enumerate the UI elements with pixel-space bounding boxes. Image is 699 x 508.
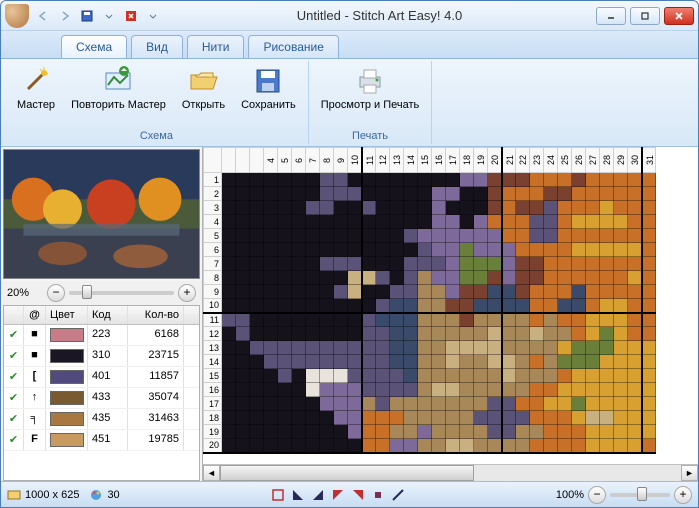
half-stitch-2-tool[interactable] <box>310 487 326 503</box>
status-zoom-slider[interactable] <box>610 493 670 497</box>
half-stitch-1-tool[interactable] <box>290 487 306 503</box>
full-stitch-tool[interactable] <box>270 487 286 503</box>
ribbon-tabs: Схема Вид Нити Рисование <box>1 31 698 59</box>
table-row[interactable]: ✔F45119785 <box>4 430 199 451</box>
redo-button[interactable] <box>55 6 75 26</box>
status-zoom: 100% − + <box>556 486 692 504</box>
status-zoom-out[interactable]: − <box>588 486 606 504</box>
col-color[interactable]: Цвет <box>46 306 88 324</box>
save-button-ribbon[interactable]: Сохранить <box>235 63 302 114</box>
ribbon-group-print: Просмотр и Печать Печать <box>309 61 433 144</box>
table-row[interactable]: ✔■2236168 <box>4 325 199 346</box>
status-colors: 30 <box>89 488 119 502</box>
window-title: Untitled - Stitch Art Easy! 4.0 <box>163 8 596 23</box>
palette-icon <box>89 488 103 502</box>
col-symbol[interactable]: @ <box>24 306 46 324</box>
table-row[interactable]: ✔[40111857 <box>4 367 199 388</box>
quick-access-toolbar <box>33 6 163 26</box>
horizontal-scrollbar[interactable]: ◄ ► <box>203 464 698 481</box>
save-button[interactable] <box>77 6 97 26</box>
titlebar: Untitled - Stitch Art Easy! 4.0 <box>1 1 698 31</box>
content-area: 20% − + @ Цвет Код Кол-во ✔■2236168✔■310… <box>1 147 698 481</box>
wizard-label: Мастер <box>17 99 55 112</box>
floppy-icon <box>252 65 284 97</box>
minimize-button[interactable] <box>596 7 626 25</box>
status-zoom-in[interactable]: + <box>674 486 692 504</box>
repeat-wizard-button[interactable]: Повторить Мастер <box>65 63 172 114</box>
refresh-image-icon <box>102 65 134 97</box>
app-icon <box>5 4 29 28</box>
save-label: Сохранить <box>241 99 296 112</box>
open-button[interactable]: Открыть <box>176 63 231 114</box>
color-table-header: @ Цвет Код Кол-во <box>4 306 199 325</box>
left-panel: 20% − + @ Цвет Код Кол-во ✔■2236168✔■310… <box>1 147 203 481</box>
col-qty[interactable]: Кол-во <box>128 306 184 324</box>
window-controls <box>596 7 694 25</box>
statusbar: 1000 x 625 30 100% − + <box>1 481 698 507</box>
quarter-stitch-1-tool[interactable] <box>330 487 346 503</box>
col-check[interactable] <box>4 306 24 324</box>
close-button[interactable] <box>664 7 694 25</box>
undo-button[interactable] <box>33 6 53 26</box>
petite-stitch-tool[interactable] <box>370 487 386 503</box>
status-dimensions: 1000 x 625 <box>7 488 79 502</box>
preview-zoom-value: 20% <box>7 287 43 299</box>
exit-button[interactable] <box>121 6 141 26</box>
ribbon-group-scheme: Мастер Повторить Мастер Открыть Сохранит… <box>5 61 309 144</box>
preview-image <box>4 150 199 278</box>
preview-pane[interactable] <box>3 149 200 279</box>
scroll-left-button[interactable]: ◄ <box>203 465 220 481</box>
col-code[interactable]: Код <box>88 306 128 324</box>
wand-icon <box>20 65 52 97</box>
zoom-slider[interactable] <box>69 291 174 295</box>
table-row[interactable]: ✔■31023715 <box>4 346 199 367</box>
print-preview-button[interactable]: Просмотр и Печать <box>315 63 426 114</box>
pattern-grid[interactable]: 4567891011121314151617181920212223242526… <box>203 147 656 454</box>
tab-threads[interactable]: Нити <box>187 35 245 58</box>
dimensions-icon <box>7 488 21 502</box>
zoom-in-button[interactable]: + <box>178 284 196 302</box>
open-label: Открыть <box>182 99 225 112</box>
group-label-scheme: Схема <box>11 129 302 142</box>
tab-view[interactable]: Вид <box>131 35 183 58</box>
stitch-tools <box>270 487 406 503</box>
folder-open-icon <box>187 65 219 97</box>
backstitch-tool[interactable] <box>390 487 406 503</box>
app-window: Untitled - Stitch Art Easy! 4.0 Схема Ви… <box>0 0 699 508</box>
print-label: Просмотр и Печать <box>321 99 420 112</box>
zoom-out-button[interactable]: − <box>47 284 65 302</box>
maximize-button[interactable] <box>630 7 660 25</box>
quarter-stitch-2-tool[interactable] <box>350 487 366 503</box>
tab-scheme[interactable]: Схема <box>61 35 127 58</box>
wizard-button[interactable]: Мастер <box>11 63 61 114</box>
tab-drawing[interactable]: Рисование <box>248 35 338 58</box>
ribbon: Мастер Повторить Мастер Открыть Сохранит… <box>1 59 698 147</box>
scroll-right-button[interactable]: ► <box>681 465 698 481</box>
printer-icon <box>354 65 386 97</box>
color-table: @ Цвет Код Кол-во ✔■2236168✔■31023715✔[4… <box>3 305 200 481</box>
pattern-area: 4567891011121314151617181920212223242526… <box>203 147 698 481</box>
qat-more[interactable] <box>143 6 163 26</box>
table-row[interactable]: ✔↑43335074 <box>4 388 199 409</box>
preview-zoom-bar: 20% − + <box>1 281 202 305</box>
qat-dropdown[interactable] <box>99 6 119 26</box>
repeat-wizard-label: Повторить Мастер <box>71 99 166 112</box>
pattern-scroll[interactable]: 4567891011121314151617181920212223242526… <box>203 147 698 464</box>
table-row[interactable]: ✔╕43531463 <box>4 409 199 430</box>
group-label-print: Печать <box>315 129 426 142</box>
